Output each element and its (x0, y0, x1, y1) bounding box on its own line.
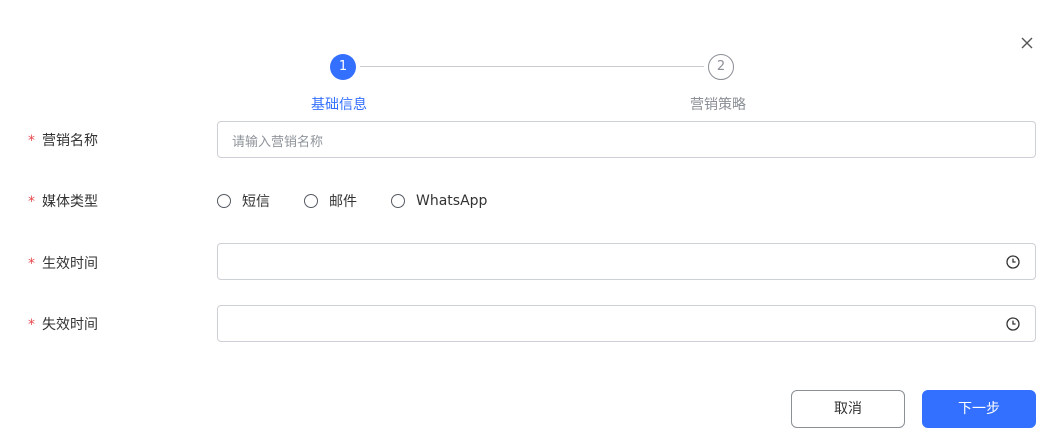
radio-circle-icon (391, 194, 405, 208)
media-label: * 媒体类型 (28, 191, 98, 211)
radio-email[interactable]: 邮件 (304, 190, 357, 212)
effective-time-picker[interactable] (217, 243, 1036, 280)
name-label: * 营销名称 (28, 130, 98, 150)
media-label-text: 媒体类型 (42, 194, 98, 210)
required-mark: * (28, 256, 35, 272)
dialog: 1 2 基础信息 营销策略 * 营销名称 请输入营销名称 * 媒体类型 短信 邮件 … (0, 0, 1058, 443)
expire-time-label-text: 失效时间 (42, 317, 98, 333)
step-1-label: 基础信息 (311, 97, 367, 113)
effective-time-label-text: 生效时间 (42, 256, 98, 272)
required-mark: * (28, 133, 35, 149)
radio-whatsapp[interactable]: WhatsApp (391, 190, 487, 212)
step-2-label: 营销策略 (690, 97, 746, 113)
name-input-placeholder: 请输入营销名称 (232, 135, 324, 150)
next-step-button[interactable]: 下一步 (922, 390, 1036, 428)
radio-sms-label: 短信 (242, 194, 270, 210)
required-mark: * (28, 194, 35, 210)
step-connector (360, 66, 704, 67)
name-label-text: 营销名称 (42, 133, 98, 149)
effective-time-label: * 生效时间 (28, 253, 98, 273)
step-1-indicator: 1 (330, 54, 356, 80)
stepper: 1 2 基础信息 营销策略 (0, 0, 1058, 120)
radio-sms[interactable]: 短信 (217, 190, 270, 212)
clock-icon[interactable] (1005, 316, 1021, 332)
step-2-indicator: 2 (708, 54, 734, 80)
cancel-button[interactable]: 取消 (791, 390, 905, 428)
name-input[interactable]: 请输入营销名称 (217, 121, 1036, 158)
radio-email-label: 邮件 (329, 194, 357, 210)
required-mark: * (28, 317, 35, 333)
expire-time-picker[interactable] (217, 305, 1036, 342)
radio-whatsapp-label: WhatsApp (416, 193, 488, 209)
clock-icon[interactable] (1005, 254, 1021, 270)
expire-time-label: * 失效时间 (28, 314, 98, 334)
radio-circle-icon (217, 194, 231, 208)
radio-circle-icon (304, 194, 318, 208)
